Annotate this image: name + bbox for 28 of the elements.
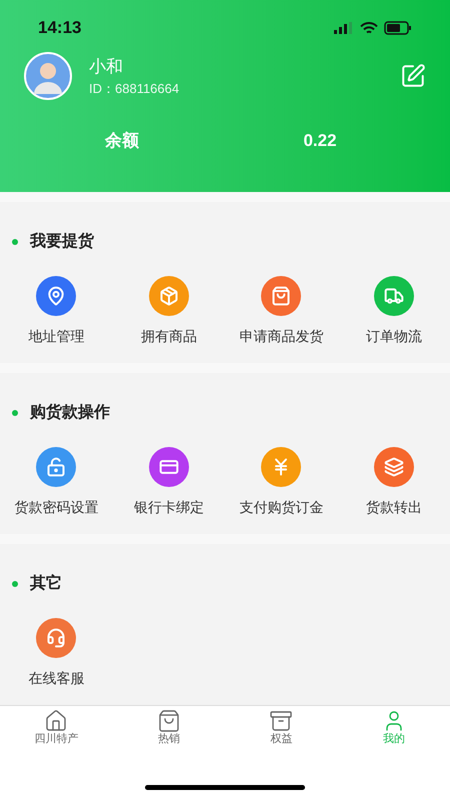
menu-item[interactable]: 货款转出 <box>338 446 450 518</box>
menu-item[interactable]: 订单物流 <box>338 276 450 347</box>
balance-value: 0.22 <box>302 130 338 152</box>
home-icon <box>44 709 68 734</box>
menu-item[interactable]: 拥有商品 <box>112 276 225 347</box>
balance-label: 余额 <box>104 130 140 152</box>
gift-box-icon <box>269 709 294 734</box>
menu-item[interactable]: 地址管理 <box>0 276 112 347</box>
menu-item[interactable]: 在线客服 <box>0 618 112 689</box>
shopping-bag-icon <box>156 709 181 734</box>
status-time: 14:13 <box>38 17 82 40</box>
section-title: 购货款操作 <box>30 402 110 423</box>
battery-icon <box>384 21 412 35</box>
menu-item[interactable]: 货款密码设置 <box>0 446 112 518</box>
tab[interactable]: 权益 <box>225 706 338 749</box>
tab[interactable]: 四川特产 <box>0 706 112 749</box>
section-title: 我要提货 <box>30 232 94 252</box>
wifi-icon <box>360 22 378 34</box>
avatar[interactable] <box>24 52 72 100</box>
signal-icon <box>334 22 354 34</box>
edit-icon[interactable] <box>400 63 426 89</box>
section-title: 其它 <box>30 573 62 594</box>
tab[interactable]: 热销 <box>112 706 225 749</box>
user-id: ID：688116664 <box>89 80 180 98</box>
menu-item[interactable]: 支付购货订金 <box>225 446 338 518</box>
user-name: 小和 <box>89 56 124 78</box>
menu-item[interactable]: 申请商品发货 <box>225 276 338 347</box>
menu-item[interactable]: 银行卡绑定 <box>112 446 225 518</box>
